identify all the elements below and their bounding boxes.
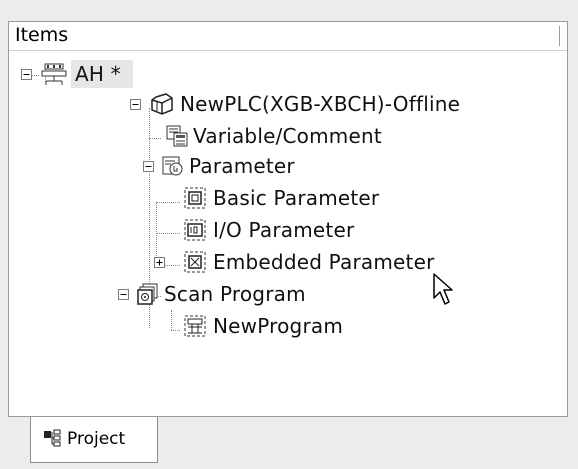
tree-node-label: NewPLC(XGB-XBCH)-Offline	[180, 92, 461, 116]
tree-node-parameter[interactable]: Parameter	[143, 152, 343, 182]
basic-parameter-icon	[184, 187, 206, 209]
panel-tab-bar: Project	[0, 417, 578, 469]
io-parameter-icon	[184, 219, 206, 241]
tree-node-label: Embedded Parameter	[213, 250, 435, 274]
plc-cube-icon	[151, 93, 173, 115]
tree-connector	[171, 310, 172, 330]
collapse-icon[interactable]	[21, 69, 32, 80]
tree-node-io-parameter[interactable]: I/O Parameter	[183, 216, 413, 246]
tree-node-basic-parameter[interactable]: Basic Parameter	[183, 184, 443, 214]
collapse-icon[interactable]	[143, 161, 154, 172]
tree-node-ah[interactable]: AH *	[21, 60, 171, 90]
tree-node-label: Basic Parameter	[213, 186, 380, 210]
tree-node-label: Parameter	[189, 154, 295, 178]
mouse-pointer-icon	[433, 273, 453, 305]
tree-node-label: NewProgram	[213, 314, 344, 338]
tree-node-scan-program[interactable]: Scan Program	[118, 280, 398, 310]
tab-project-label: Project	[67, 429, 126, 449]
collapse-icon[interactable]	[130, 99, 141, 110]
tab-project[interactable]: Project	[30, 417, 158, 463]
project-panel: Items AH * NewPLC(XGB-XBCH)-Offline Vari…	[8, 21, 568, 417]
expand-icon[interactable]	[154, 257, 165, 268]
tree-connector	[156, 202, 180, 203]
ah-network-icon	[41, 63, 67, 85]
tree-connector	[156, 233, 180, 234]
tree-connector	[171, 330, 180, 331]
tree-connector	[149, 138, 161, 139]
parameter-icon	[162, 156, 183, 176]
tree-node-label: Variable/Comment	[193, 124, 382, 148]
collapse-icon[interactable]	[118, 289, 129, 300]
project-tree: AH * NewPLC(XGB-XBCH)-Offline Variable/C…	[9, 22, 569, 418]
embedded-parameter-icon	[184, 251, 206, 273]
variable-comment-icon	[166, 125, 188, 147]
scan-program-icon	[137, 283, 158, 305]
tree-node-newplc[interactable]: NewPLC(XGB-XBCH)-Offline	[130, 90, 510, 120]
tree-node-newprogram[interactable]: NewProgram	[183, 312, 403, 342]
tree-node-label: AH *	[75, 62, 121, 86]
project-tab-icon	[44, 429, 61, 447]
tree-node-label: Scan Program	[164, 282, 306, 306]
new-program-icon	[184, 315, 206, 337]
tree-node-variable-comment[interactable]: Variable/Comment	[165, 122, 425, 152]
tree-node-label: I/O Parameter	[213, 218, 355, 242]
